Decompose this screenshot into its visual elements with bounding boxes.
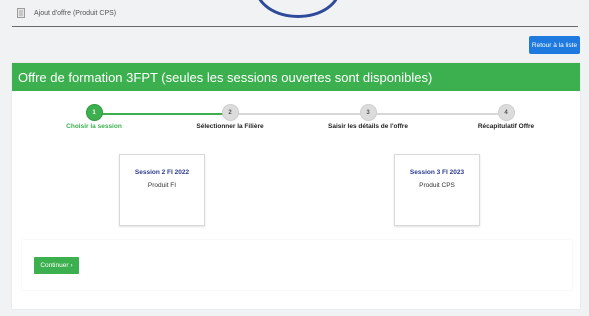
stepper: 1 Choisir la session 2 Sélectionner la F…: [12, 99, 580, 143]
page-title: Offre de formation 3FPT (seules les sess…: [12, 63, 580, 91]
step-4-label: Récapitulatif Offre: [477, 123, 535, 130]
session-card-2023[interactable]: Session 3 FI 2023 Produit CPS: [394, 154, 480, 226]
continue-label: Continuer: [40, 262, 69, 269]
breadcrumb-text: Ajout d'offre (Produit CPS): [34, 9, 117, 17]
step-choose-session[interactable]: 1 Choisir la session: [34, 104, 154, 130]
step-1-label: Choisir la session: [66, 123, 122, 130]
step-select-filiere[interactable]: 2 Sélectionner la Filière: [170, 104, 290, 130]
offer-card: Offre de formation 3FPT (seules les sess…: [12, 63, 580, 309]
step-2-circle: 2: [221, 104, 239, 121]
chevron-right-icon: ›: [70, 262, 73, 269]
step-summary[interactable]: 4 Récapitulatif Offre: [446, 104, 566, 130]
step-3-label: Saisir les détails de l'offre: [328, 123, 408, 130]
session-card-2022[interactable]: Session 2 FI 2022 Produit FI: [119, 154, 205, 226]
step-1-circle: 1: [85, 104, 103, 121]
step-2-label: Sélectionner la Filière: [196, 123, 264, 130]
breadcrumb: Ajout d'offre (Produit CPS): [12, 0, 578, 27]
step-3-circle: 3: [359, 104, 377, 121]
continue-button[interactable]: Continuer ›: [34, 257, 79, 274]
session-product: Produit CPS: [419, 182, 455, 189]
session-title: Session 2 FI 2022: [134, 169, 190, 176]
document-icon: [16, 7, 26, 19]
step-4-circle: 4: [497, 104, 515, 121]
session-product: Produit FI: [147, 182, 177, 189]
step-offer-details[interactable]: 3 Saisir les détails de l'offre: [308, 104, 428, 130]
back-to-list-button[interactable]: Retour à la liste: [529, 36, 580, 54]
session-title: Session 3 FI 2023: [409, 169, 465, 176]
form-footer: Continuer ›: [22, 240, 572, 290]
